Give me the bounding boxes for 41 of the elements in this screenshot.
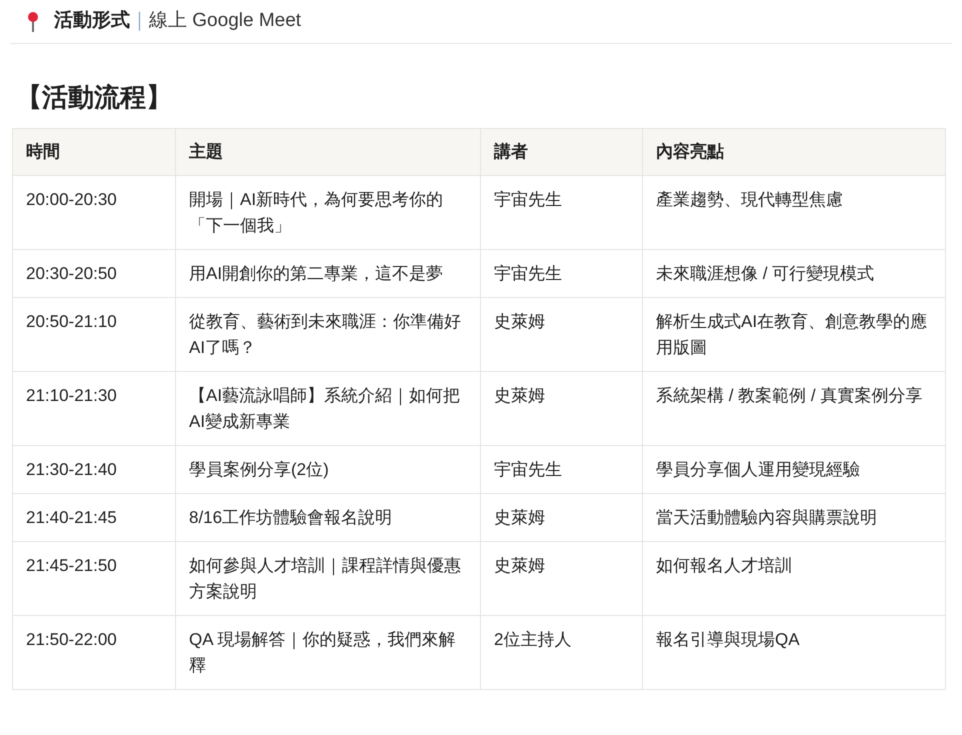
column-header: 講者 [480,128,642,176]
table-cell: 史萊姆 [480,372,642,446]
table-cell: 開場｜AI新時代，為何要思考你的「下一個我」 [176,176,480,250]
table-cell: 宇宙先生 [480,176,642,250]
table-cell: 【AI藝流詠唱師】系統介紹｜如何把AI變成新專業 [176,372,480,446]
table-cell: 產業趨勢、現代轉型焦慮 [642,176,946,250]
table-cell: 20:30-20:50 [12,250,176,298]
table-cell: 如何參與人才培訓｜課程詳情與優惠方案說明 [176,542,480,616]
column-header: 時間 [12,128,176,176]
column-header: 內容亮點 [642,128,946,176]
table-cell: 當天活動體驗內容與購票說明 [642,494,946,542]
table-cell: 21:30-21:40 [12,446,176,494]
table-cell: 解析生成式AI在教育、創意教學的應用版圖 [642,298,946,372]
table-cell: 8/16工作坊體驗會報名說明 [176,494,480,542]
table-cell: 21:45-21:50 [12,542,176,616]
table-cell: 宇宙先生 [480,250,642,298]
table-cell: 如何報名人才培訓 [642,542,946,616]
table-cell: 21:10-21:30 [12,372,176,446]
table-cell: QA 現場解答｜你的疑惑，我們來解釋 [176,616,480,690]
pushpin-icon [26,10,40,32]
format-label: 活動形式 [54,9,130,34]
table-cell: 報名引導與現場QA [642,616,946,690]
table-cell: 史萊姆 [480,494,642,542]
table-cell: 學員分享個人運用變現經驗 [642,446,946,494]
table-cell: 史萊姆 [480,298,642,372]
table-cell: 從教育、藝術到未來職涯：你準備好AI了嗎？ [176,298,480,372]
table-cell: 20:50-21:10 [12,298,176,372]
table-cell: 系統架構 / 教案範例 / 真實案例分享 [642,372,946,446]
table-cell: 史萊姆 [480,542,642,616]
table-cell: 2位主持人 [480,616,642,690]
column-header: 主題 [176,128,480,176]
table-cell: 20:00-20:30 [12,176,176,250]
table-cell: 宇宙先生 [480,446,642,494]
format-value: 線上 Google Meet [149,9,302,34]
table-cell: 用AI開創你的第二專業，這不是夢 [176,250,480,298]
section-title: 【活動流程】 [16,81,173,114]
table-cell: 學員案例分享(2位) [176,446,480,494]
table-cell: 21:50-22:00 [12,616,176,690]
separator: ｜ [130,9,149,34]
table-cell: 21:40-21:45 [12,494,176,542]
table-cell: 未來職涯想像 / 可行變現模式 [642,250,946,298]
